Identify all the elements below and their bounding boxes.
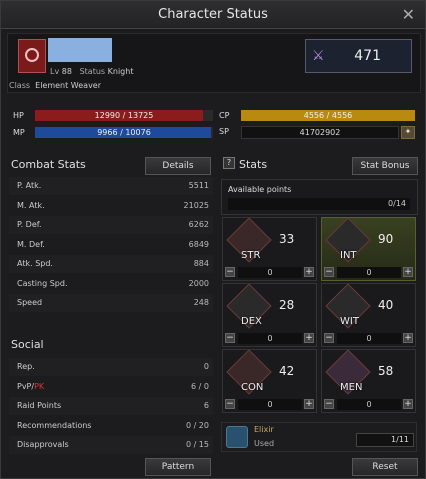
- sp-row: SP 41702902 ✦: [219, 126, 415, 139]
- pattern-button[interactable]: Pattern: [145, 458, 211, 476]
- stat-cell-con: CON 42−0 +: [222, 349, 317, 413]
- stat-bonus-button[interactable]: Stat Bonus: [352, 157, 418, 175]
- decrease-button[interactable]: −: [324, 399, 334, 409]
- stats-title: Stats: [239, 158, 268, 171]
- increase-button[interactable]: +: [403, 267, 413, 277]
- combat-power-value: 471: [354, 48, 381, 64]
- stat-cell-men: MEN 58−0 +: [321, 349, 416, 413]
- cp-bar: 4556 / 4556: [241, 110, 415, 121]
- stat-add-value: 0: [337, 333, 401, 344]
- social-stat-row: PvP/PK 6 / 0: [17, 381, 209, 391]
- stat-add-value: 0: [337, 399, 401, 410]
- combat-stat-row: M. Def. 6849: [17, 239, 209, 249]
- combat-stat-row: Atk. Spd. 884: [9, 255, 213, 273]
- elixir-row: Elixir Used 1/11: [221, 422, 417, 452]
- sp-bag-icon[interactable]: ✦: [401, 126, 415, 139]
- class-name: Element Weaver: [35, 81, 102, 90]
- combat-stat-row: P. Atk. 5511: [9, 177, 213, 195]
- details-button[interactable]: Details: [145, 157, 211, 175]
- increase-button[interactable]: +: [304, 333, 314, 343]
- social-stat-row: Recommendations 0 / 20: [17, 420, 209, 430]
- combat-power: ⚔ 471: [305, 39, 412, 73]
- combat-stat-row: P. Def. 6262: [9, 216, 213, 234]
- mp-bar: 9966 / 10076: [35, 127, 213, 138]
- decrease-button[interactable]: −: [225, 267, 235, 277]
- combat-stat-row: Casting Spd. 2000: [17, 278, 209, 288]
- social-stat-row: Raid Points 6: [9, 397, 213, 415]
- class-emblem-icon: [18, 39, 46, 73]
- class-line: Class Element Weaver: [9, 81, 102, 90]
- increase-button[interactable]: +: [403, 399, 413, 409]
- question-icon[interactable]: ?: [223, 157, 235, 169]
- stat-add-value: 0: [238, 399, 302, 410]
- combat-stat-row: Speed 248: [9, 294, 213, 312]
- increase-button[interactable]: +: [304, 267, 314, 277]
- elixir-count: 1/11: [356, 433, 414, 447]
- stat-cell-dex: DEX 28−0 +: [222, 283, 317, 347]
- hp-row: HP 12990 / 13725: [13, 110, 213, 122]
- elixir-icon: [226, 426, 248, 448]
- stat-add-value: 0: [337, 267, 401, 278]
- mp-row: MP 9966 / 10076: [13, 127, 213, 139]
- character-status-window: Character Status ✕ Lv 88 Status Knight C…: [0, 0, 426, 479]
- decrease-button[interactable]: −: [225, 399, 235, 409]
- stat-cell-str: STR 33−0 +: [222, 217, 317, 281]
- stat-add-value: 0: [238, 333, 302, 344]
- decrease-button[interactable]: −: [324, 267, 334, 277]
- decrease-button[interactable]: −: [225, 333, 235, 343]
- sp-value: 41702902: [241, 126, 399, 139]
- hp-bar: 12990 / 13725: [35, 110, 213, 121]
- social-title: Social: [11, 338, 44, 351]
- window-title: Character Status: [158, 7, 268, 22]
- level-status: Lv 88 Status Knight: [50, 67, 134, 76]
- combat-stat-row: M. Atk. 21025: [17, 200, 209, 210]
- increase-button[interactable]: +: [304, 399, 314, 409]
- decrease-button[interactable]: −: [324, 333, 334, 343]
- social-stat-row: Rep. 0: [9, 358, 213, 376]
- swords-icon: ⚔: [312, 48, 325, 64]
- stat-cell-wit: WIT 40−0 +: [321, 283, 416, 347]
- combat-stats-title: Combat Stats: [11, 158, 86, 171]
- reset-button[interactable]: Reset: [352, 458, 418, 476]
- close-icon[interactable]: ✕: [402, 5, 415, 24]
- stat-cell-int: INT 90−0 +: [321, 217, 416, 281]
- title-bar[interactable]: Character Status ✕: [1, 1, 425, 29]
- character-name-redacted: [48, 38, 112, 62]
- social-stat-row: Disapprovals 0 / 15: [9, 436, 213, 454]
- available-points-value: 0/14: [228, 198, 410, 210]
- increase-button[interactable]: +: [403, 333, 413, 343]
- available-points-box: Available points 0/14: [221, 179, 418, 215]
- cp-row: CP 4556 / 4556: [219, 110, 415, 122]
- stat-add-value: 0: [238, 267, 302, 278]
